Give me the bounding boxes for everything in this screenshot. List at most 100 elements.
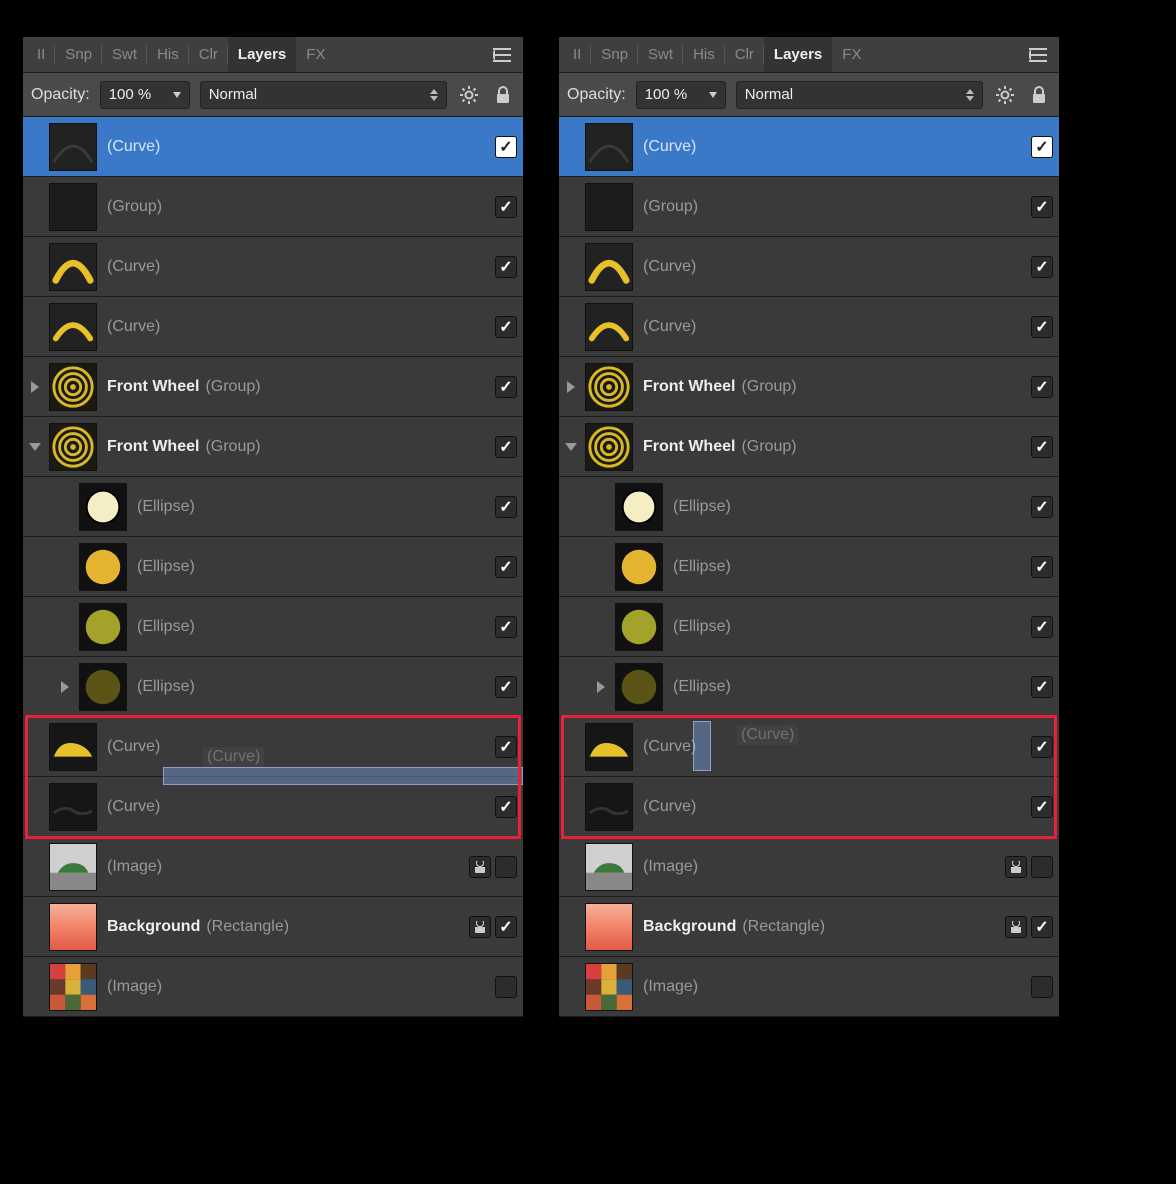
layer-row[interactable]: Background(Rectangle): [559, 897, 1059, 957]
tab-layers[interactable]: Layers: [764, 37, 832, 72]
tab-snp[interactable]: Snp: [591, 37, 638, 72]
layer-label[interactable]: (Image): [107, 858, 465, 876]
tab-ii[interactable]: II: [27, 37, 55, 72]
visibility-checkbox[interactable]: [495, 796, 517, 818]
layer-row[interactable]: (Curve): [559, 117, 1059, 177]
expand-toggle[interactable]: [23, 443, 47, 451]
layer-lock-icon[interactable]: [469, 856, 491, 878]
layer-row[interactable]: (Image): [559, 837, 1059, 897]
layer-label[interactable]: (Ellipse): [137, 618, 491, 636]
visibility-checkbox[interactable]: [495, 436, 517, 458]
layer-row[interactable]: (Curve): [559, 717, 1059, 777]
layer-row[interactable]: (Curve): [23, 237, 523, 297]
layer-row[interactable]: (Image): [23, 957, 523, 1017]
layer-row[interactable]: Front Wheel(Group): [559, 417, 1059, 477]
layer-row[interactable]: Background(Rectangle): [23, 897, 523, 957]
visibility-checkbox[interactable]: [1031, 856, 1053, 878]
layer-row[interactable]: (Group): [559, 177, 1059, 237]
layer-row[interactable]: (Curve): [23, 117, 523, 177]
layer-label[interactable]: (Curve): [643, 138, 1027, 156]
tab-fx[interactable]: FX: [296, 37, 335, 72]
layer-label[interactable]: (Curve): [107, 138, 491, 156]
visibility-checkbox[interactable]: [1031, 676, 1053, 698]
visibility-checkbox[interactable]: [495, 256, 517, 278]
tab-snp[interactable]: Snp: [55, 37, 102, 72]
layer-row[interactable]: (Curve): [559, 777, 1059, 837]
tab-layers[interactable]: Layers: [228, 37, 296, 72]
expand-toggle[interactable]: [53, 681, 77, 693]
layer-row[interactable]: (Curve): [23, 297, 523, 357]
tab-his[interactable]: His: [683, 37, 725, 72]
visibility-checkbox[interactable]: [1031, 616, 1053, 638]
blend-mode-field[interactable]: Normal: [736, 81, 983, 109]
visibility-checkbox[interactable]: [495, 976, 517, 998]
visibility-checkbox[interactable]: [495, 676, 517, 698]
layer-row[interactable]: Front Wheel(Group): [23, 357, 523, 417]
layer-row[interactable]: (Group): [23, 177, 523, 237]
layer-lock-icon[interactable]: [1005, 916, 1027, 938]
layer-row[interactable]: Front Wheel(Group): [559, 357, 1059, 417]
gear-icon[interactable]: [457, 83, 481, 107]
layer-row[interactable]: (Curve): [559, 297, 1059, 357]
visibility-checkbox[interactable]: [1031, 436, 1053, 458]
expand-toggle[interactable]: [589, 681, 613, 693]
layer-label[interactable]: (Image): [643, 978, 1027, 996]
opacity-field[interactable]: 100 %: [636, 81, 726, 109]
layer-row[interactable]: (Ellipse): [23, 477, 523, 537]
layer-row[interactable]: (Curve): [559, 237, 1059, 297]
visibility-checkbox[interactable]: [1031, 796, 1053, 818]
layer-row[interactable]: (Ellipse): [23, 657, 523, 717]
layer-label[interactable]: (Curve): [107, 258, 491, 276]
layer-label[interactable]: (Ellipse): [673, 558, 1027, 576]
expand-toggle[interactable]: [559, 443, 583, 451]
layer-label[interactable]: (Curve): [107, 738, 491, 756]
layer-label[interactable]: (Curve): [643, 318, 1027, 336]
panel-menu-icon[interactable]: [485, 48, 519, 62]
visibility-checkbox[interactable]: [1031, 316, 1053, 338]
visibility-checkbox[interactable]: [1031, 196, 1053, 218]
layer-row[interactable]: (Ellipse): [559, 537, 1059, 597]
visibility-checkbox[interactable]: [495, 616, 517, 638]
tab-his[interactable]: His: [147, 37, 189, 72]
visibility-checkbox[interactable]: [1031, 136, 1053, 158]
visibility-checkbox[interactable]: [1031, 976, 1053, 998]
layer-label[interactable]: Background(Rectangle): [643, 918, 1001, 936]
layer-label[interactable]: (Image): [643, 858, 1001, 876]
layer-lock-icon[interactable]: [469, 916, 491, 938]
layer-label[interactable]: Front Wheel(Group): [643, 378, 1027, 396]
panel-menu-icon[interactable]: [1021, 48, 1055, 62]
layer-lock-icon[interactable]: [1005, 856, 1027, 878]
visibility-checkbox[interactable]: [1031, 376, 1053, 398]
visibility-checkbox[interactable]: [495, 496, 517, 518]
layer-label[interactable]: (Ellipse): [137, 498, 491, 516]
expand-toggle[interactable]: [559, 381, 583, 393]
visibility-checkbox[interactable]: [495, 916, 517, 938]
layer-row[interactable]: (Ellipse): [23, 537, 523, 597]
layer-label[interactable]: Front Wheel(Group): [107, 438, 491, 456]
opacity-field[interactable]: 100 %: [100, 81, 190, 109]
layer-row[interactable]: (Image): [23, 837, 523, 897]
layer-row[interactable]: Front Wheel(Group): [23, 417, 523, 477]
tab-swt[interactable]: Swt: [102, 37, 147, 72]
expand-toggle[interactable]: [23, 381, 47, 393]
layer-label[interactable]: (Group): [107, 198, 491, 216]
lock-icon[interactable]: [491, 83, 515, 107]
layer-row[interactable]: (Curve): [23, 777, 523, 837]
visibility-checkbox[interactable]: [495, 376, 517, 398]
visibility-checkbox[interactable]: [1031, 256, 1053, 278]
layer-label[interactable]: (Ellipse): [673, 618, 1027, 636]
layer-row[interactable]: (Image): [559, 957, 1059, 1017]
layer-label[interactable]: Background(Rectangle): [107, 918, 465, 936]
gear-icon[interactable]: [993, 83, 1017, 107]
tab-fx[interactable]: FX: [832, 37, 871, 72]
visibility-checkbox[interactable]: [1031, 736, 1053, 758]
layer-row[interactable]: (Ellipse): [559, 657, 1059, 717]
visibility-checkbox[interactable]: [495, 196, 517, 218]
visibility-checkbox[interactable]: [495, 136, 517, 158]
tab-clr[interactable]: Clr: [725, 37, 764, 72]
tab-ii[interactable]: II: [563, 37, 591, 72]
layer-label[interactable]: (Curve): [643, 258, 1027, 276]
layer-label[interactable]: Front Wheel(Group): [107, 378, 491, 396]
layer-row[interactable]: (Ellipse): [559, 477, 1059, 537]
visibility-checkbox[interactable]: [495, 856, 517, 878]
